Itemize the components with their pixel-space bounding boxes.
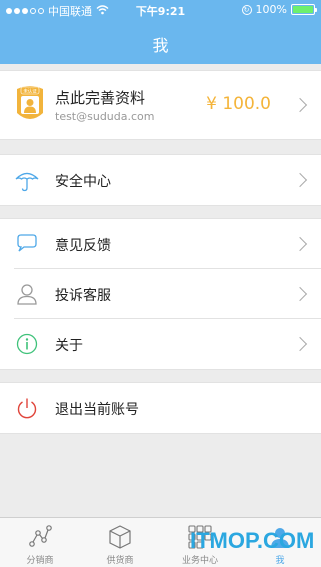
chevron-right-icon	[292, 236, 308, 252]
tab-label: 供货商	[106, 556, 134, 566]
divider	[0, 369, 321, 370]
rotation-lock-icon: ↻	[241, 4, 252, 15]
avatar-badge-text: 未认证	[23, 88, 37, 95]
menu-item-security[interactable]: 安全中心	[0, 155, 321, 205]
profile-card[interactable]: 未认证 点此完善资料 test@sududa.com ¥ 100.0	[0, 70, 321, 140]
chevron-right-icon	[292, 286, 308, 302]
menu-label: 关于	[55, 338, 83, 354]
profile-name: 点此完善资料	[55, 89, 146, 107]
battery-icon	[291, 4, 317, 15]
status-bar: 中国联通 下午9:21 ↻ 100%	[0, 0, 321, 20]
divider	[0, 433, 321, 434]
menu-item-about[interactable]: 关于	[0, 319, 321, 369]
tab-label: 分销商	[26, 556, 54, 566]
chat-bubble-icon	[17, 234, 37, 252]
app-header: 中国联通 下午9:21 ↻ 100% 我	[0, 0, 321, 64]
tab-supplier[interactable]: 供货商	[80, 518, 160, 567]
chevron-right-icon	[292, 172, 308, 188]
distributor-icon	[29, 525, 52, 547]
chevron-right-icon	[292, 336, 308, 352]
account-balance: ¥ 100.0	[206, 94, 271, 114]
avatar-icon: 未认证	[17, 86, 43, 119]
menu-label: 意见反馈	[55, 238, 111, 254]
tab-distributor[interactable]: 分销商	[0, 518, 80, 567]
menu-label: 投诉客服	[55, 288, 111, 304]
menu-label: 安全中心	[55, 174, 111, 190]
info-icon	[16, 333, 38, 355]
profile-email: test@sududa.com	[55, 110, 155, 123]
tab-label: 业务中心	[181, 556, 218, 566]
tab-label: 我	[275, 556, 285, 566]
supplier-box-icon	[109, 525, 131, 549]
power-icon	[17, 398, 37, 419]
menu-item-complaint[interactable]: 投诉客服	[0, 269, 321, 319]
page-title: 我	[152, 36, 169, 55]
menu-label: 退出当前账号	[55, 402, 139, 418]
menu-item-feedback[interactable]: 意见反馈	[0, 219, 321, 269]
divider	[0, 205, 321, 206]
user-service-icon	[17, 284, 37, 305]
chevron-right-icon	[292, 97, 308, 113]
divider	[0, 154, 321, 155]
logout-button[interactable]: 退出当前账号	[0, 383, 321, 433]
battery-percent: 100%	[255, 3, 287, 16]
watermark: ITMOP.COM	[190, 528, 315, 553]
status-right: ↻ 100%	[241, 3, 317, 16]
umbrella-icon	[15, 172, 39, 192]
